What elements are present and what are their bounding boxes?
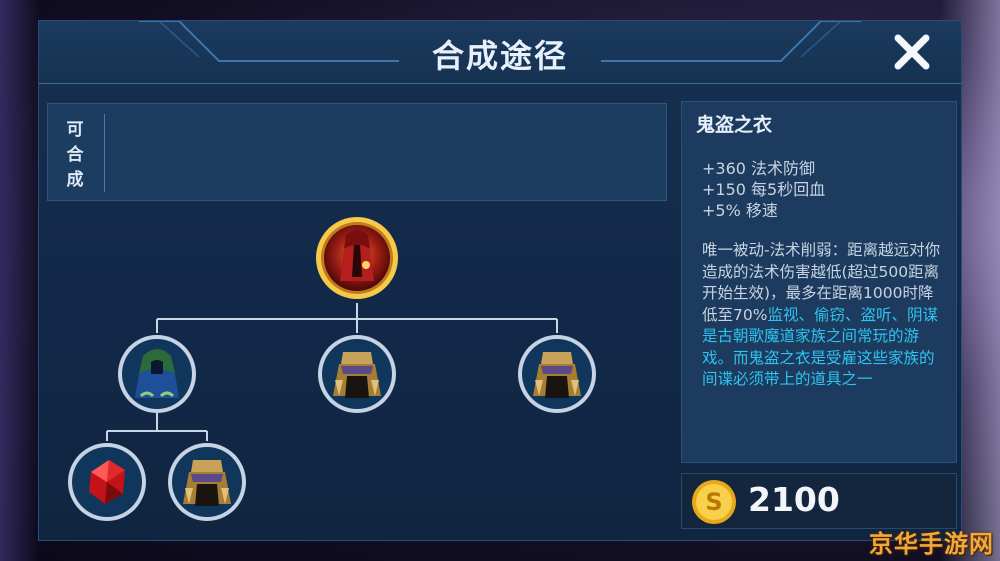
tree-child-item[interactable]: [517, 334, 597, 414]
tree-child-item[interactable]: [117, 334, 197, 414]
gold-armor-cape-icon: [318, 335, 396, 413]
stat-line: +5% 移速: [702, 201, 778, 220]
item-detail-panel: 鬼盗之衣 +360 法术防御 +150 每5秒回血 +5% 移速 唯一被动-法术…: [681, 101, 957, 463]
craftable-label: 可 合 成: [60, 118, 90, 193]
recipe-tree: [39, 201, 679, 542]
tree-grandchild-item[interactable]: [167, 442, 247, 522]
blue-hooded-cloak-icon: [118, 335, 196, 413]
craftable-label-char: 可: [66, 120, 84, 140]
watermark-logo: 京华手游网: [869, 530, 994, 558]
price-box: S 2100: [681, 473, 957, 529]
page-title: 合成途径: [431, 37, 568, 75]
tree-root-item[interactable]: [314, 215, 400, 301]
gold-armor-cape-icon: [168, 443, 246, 521]
synthesis-panel: 合成途径 可 合 成 鬼盗之衣 +360 法术防御 +150 每5秒回血 +5%…: [38, 20, 962, 541]
stat-line: +360 法术防御: [702, 159, 816, 178]
tree-grandchild-item[interactable]: [67, 442, 147, 522]
panel-header: 合成途径: [39, 21, 961, 84]
gold-coin-icon: S: [692, 480, 736, 524]
background-glow-left: [0, 0, 40, 561]
svg-text:S: S: [705, 488, 722, 516]
item-stats: +360 法术防御 +150 每5秒回血 +5% 移速: [702, 158, 825, 221]
hooded-robe-red-icon: [316, 217, 398, 299]
craftable-label-char: 成: [66, 170, 84, 190]
item-price: 2100: [748, 480, 840, 519]
close-icon: [894, 34, 930, 70]
gold-armor-cape-icon: [518, 335, 596, 413]
red-gem-icon: [68, 443, 146, 521]
item-name: 鬼盗之衣: [696, 114, 773, 136]
close-button[interactable]: [891, 31, 933, 73]
craftable-label-char: 合: [66, 145, 84, 165]
tree-child-item[interactable]: [317, 334, 397, 414]
item-description: 唯一被动-法术削弱：距离越远对你造成的法术伤害越低(超过500距离开始生效)，最…: [702, 240, 948, 391]
stat-line: +150 每5秒回血: [702, 180, 826, 199]
craftable-section: 可 合 成: [47, 103, 667, 201]
craftable-divider: [104, 114, 105, 192]
